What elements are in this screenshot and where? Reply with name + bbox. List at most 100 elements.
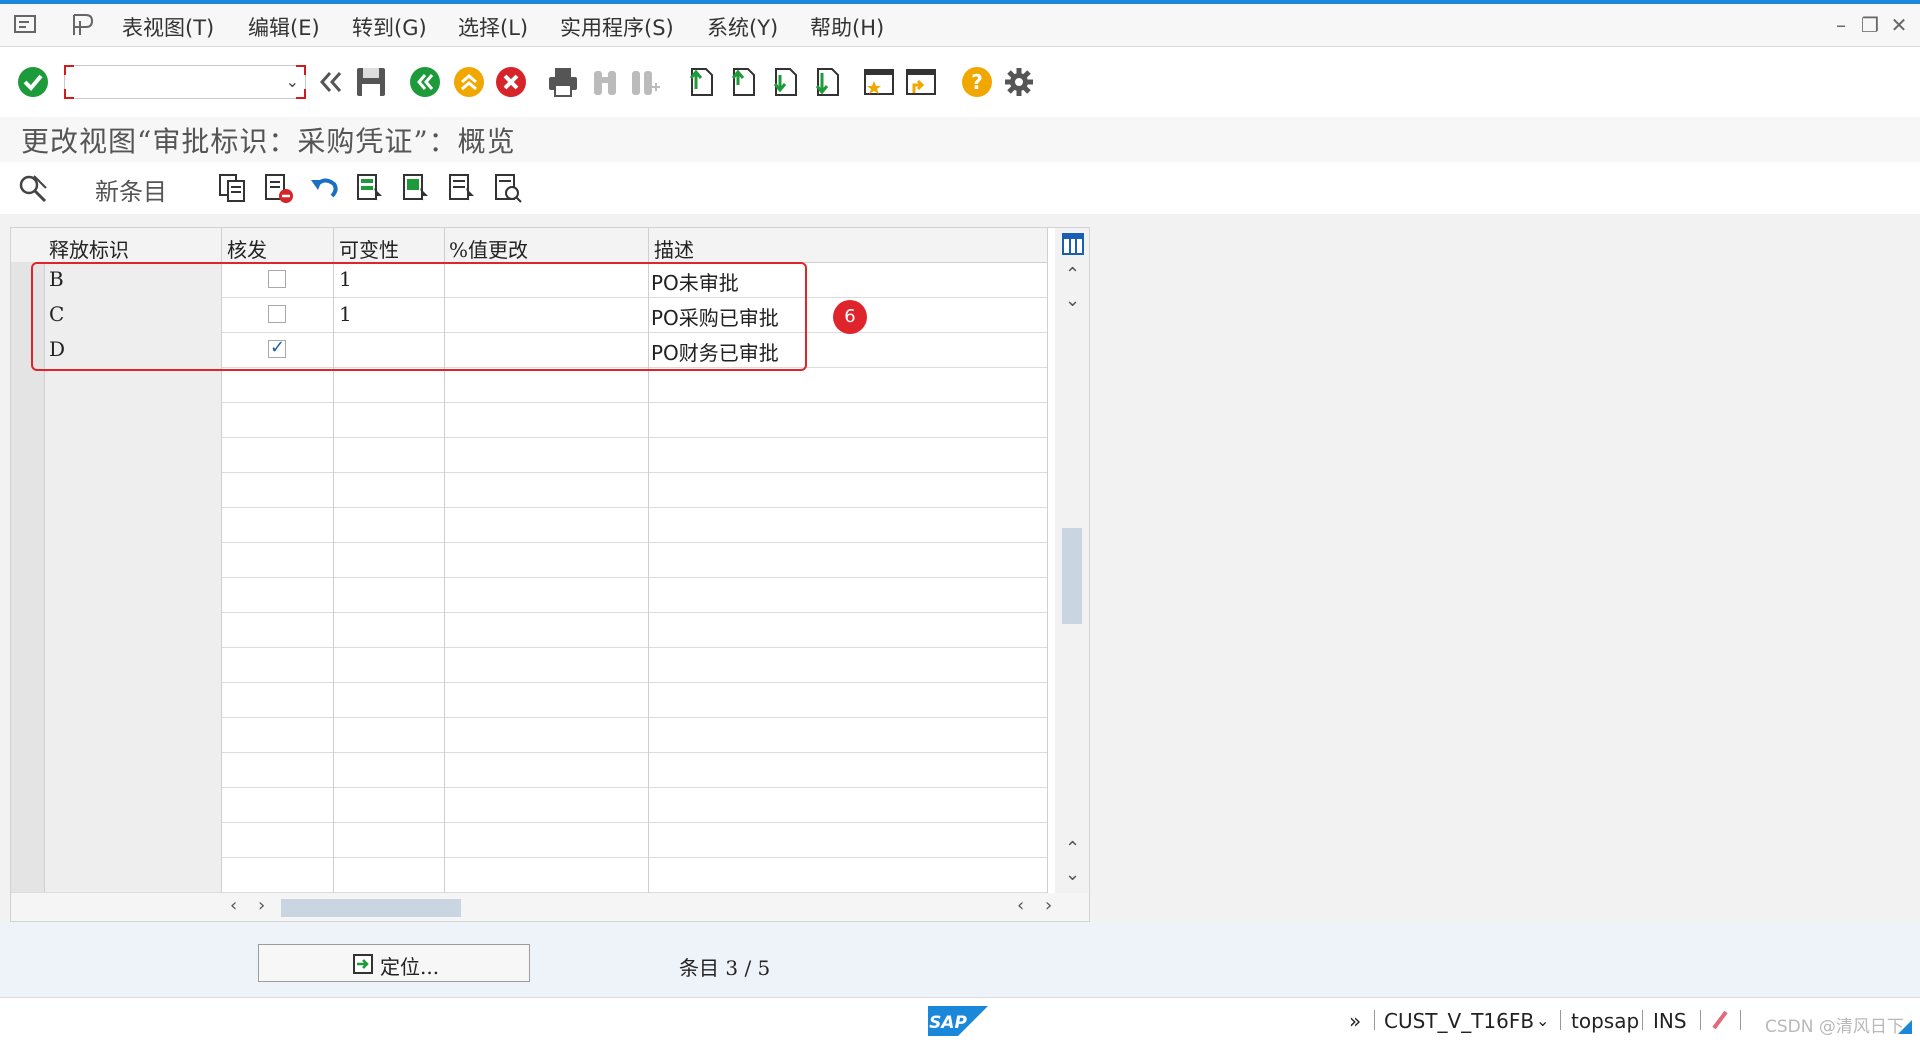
system-menu-icon[interactable]: [14, 14, 38, 36]
menu-utilities[interactable]: 实用程序(S): [560, 12, 674, 42]
row-selector[interactable]: [11, 822, 45, 857]
minimize-icon[interactable]: –: [1830, 14, 1852, 36]
first-page-icon[interactable]: [684, 65, 718, 99]
command-field[interactable]: ⌄: [64, 65, 306, 99]
create-session-icon[interactable]: [862, 65, 896, 99]
row-selector[interactable]: [11, 717, 45, 752]
previous-page-icon[interactable]: [726, 65, 760, 99]
help-icon[interactable]: ?: [960, 65, 994, 99]
column-header-release-code[interactable]: 释放标识: [49, 234, 129, 263]
row-selector[interactable]: [11, 647, 45, 682]
find-icon[interactable]: [588, 65, 622, 99]
table-row: [11, 472, 1048, 508]
column-header-description[interactable]: 描述: [654, 234, 694, 263]
column-header-variability[interactable]: 可变性: [339, 234, 399, 263]
row-selector[interactable]: [11, 787, 45, 822]
status-separator: [1374, 1010, 1375, 1030]
layout-menu-icon[interactable]: [70, 13, 96, 37]
scroll-right-icon[interactable]: ›: [258, 895, 265, 916]
display-change-icon[interactable]: [18, 172, 50, 204]
row-selector[interactable]: [11, 752, 45, 787]
shortcut-icon[interactable]: [904, 65, 938, 99]
position-button-label: 定位...: [380, 955, 440, 979]
print-icon[interactable]: [546, 65, 580, 99]
collapse-icon[interactable]: [314, 65, 348, 99]
key-cell-background: [45, 717, 221, 752]
status-bar: SAP » CUST_V_T16FB ⌄ topsap INS CSDN @清风…: [0, 997, 1920, 1043]
scroll-thumb[interactable]: [1062, 528, 1082, 624]
row-selector[interactable]: [11, 682, 45, 717]
chevron-down-icon[interactable]: ⌄: [286, 72, 299, 91]
vertical-scrollbar[interactable]: ⌃ ⌄ ⌃ ⌄: [1055, 228, 1089, 893]
table-row: [11, 787, 1048, 823]
column-header-release[interactable]: 核发: [227, 234, 267, 263]
status-separator: [1740, 1010, 1741, 1030]
row-selector[interactable]: [11, 402, 45, 437]
menu-bar: 表视图(T) 编辑(E) 转到(G) 选择(L) 实用程序(S) 系统(Y) 帮…: [0, 4, 1920, 47]
horizontal-scroll-thumb[interactable]: [281, 899, 461, 917]
horizontal-scrollbar[interactable]: ‹ › ‹ ›: [11, 893, 1089, 921]
new-entries-button[interactable]: 新条目: [95, 172, 167, 207]
column-header-pct-change[interactable]: %值更改: [449, 234, 528, 263]
application-toolbar: 新条目: [0, 162, 1920, 214]
menu-table-view[interactable]: 表视图(T): [122, 12, 214, 42]
row-selector[interactable]: [11, 507, 45, 542]
row-selector[interactable]: [11, 472, 45, 507]
column-config-icon[interactable]: [1061, 232, 1085, 256]
key-cell-background: [45, 752, 221, 787]
last-page-icon[interactable]: [810, 65, 844, 99]
close-window-icon[interactable]: ✕: [1888, 14, 1910, 36]
row-selector[interactable]: [11, 437, 45, 472]
scroll-down-icon[interactable]: ⌄: [1065, 290, 1080, 311]
menu-help[interactable]: 帮助(H): [810, 12, 884, 42]
exit-icon[interactable]: [452, 65, 486, 99]
back-icon[interactable]: [408, 65, 442, 99]
restore-icon[interactable]: ❐: [1859, 14, 1881, 36]
save-icon[interactable]: [354, 65, 388, 99]
key-cell-background: [45, 857, 221, 892]
next-page-icon[interactable]: [768, 65, 802, 99]
key-cell-background: [45, 577, 221, 612]
chevron-down-icon[interactable]: ⌄: [1536, 1011, 1549, 1030]
status-separator: [1642, 1010, 1643, 1030]
command-input[interactable]: [69, 69, 278, 97]
row-selector[interactable]: [11, 612, 45, 647]
row-selector[interactable]: [11, 857, 45, 892]
scroll-up-icon[interactable]: ⌃: [1065, 264, 1080, 285]
select-block-icon[interactable]: [400, 172, 432, 204]
cancel-icon[interactable]: [494, 65, 528, 99]
scroll-left-end-icon[interactable]: ‹: [1017, 895, 1024, 916]
row-selector[interactable]: [11, 542, 45, 577]
status-separator: [1560, 1010, 1561, 1030]
annotation-highlight-box: [31, 262, 807, 371]
page-title: 更改视图“审批标识：采购凭证”：概览: [21, 125, 516, 158]
key-cell-background: [45, 437, 221, 472]
menu-goto[interactable]: 转到(G): [352, 12, 427, 42]
menu-system[interactable]: 系统(Y): [707, 12, 778, 42]
undo-icon[interactable]: [308, 172, 340, 204]
insert-mode[interactable]: INS: [1653, 1009, 1687, 1033]
select-all-icon[interactable]: [354, 172, 386, 204]
find-next-icon[interactable]: [628, 65, 662, 99]
scroll-page-up-icon[interactable]: ⌃: [1065, 838, 1080, 859]
menu-selection[interactable]: 选择(L): [458, 12, 528, 42]
position-button[interactable]: 定位...: [258, 944, 530, 982]
scroll-page-down-icon[interactable]: ⌄: [1065, 864, 1080, 885]
delete-icon[interactable]: [262, 172, 294, 204]
menu-edit[interactable]: 编辑(E): [248, 12, 320, 42]
row-selector[interactable]: [11, 367, 45, 402]
print-field-list-icon[interactable]: [492, 172, 524, 204]
deselect-all-icon[interactable]: [446, 172, 478, 204]
resize-grip-icon[interactable]: [1898, 1020, 1912, 1034]
row-selector[interactable]: [11, 577, 45, 612]
status-lock-icon: [1712, 1010, 1728, 1030]
table-row: [11, 717, 1048, 753]
enter-check-icon[interactable]: [16, 65, 50, 99]
settings-gear-icon[interactable]: [1002, 65, 1036, 99]
standard-toolbar: ⌄ ?: [0, 47, 1920, 117]
server-name: topsap: [1571, 1009, 1640, 1033]
scroll-right-end-icon[interactable]: ›: [1045, 895, 1052, 916]
copy-as-icon[interactable]: [216, 172, 248, 204]
scroll-left-icon[interactable]: ‹: [230, 895, 237, 916]
status-expand-icon[interactable]: »: [1349, 1009, 1361, 1033]
